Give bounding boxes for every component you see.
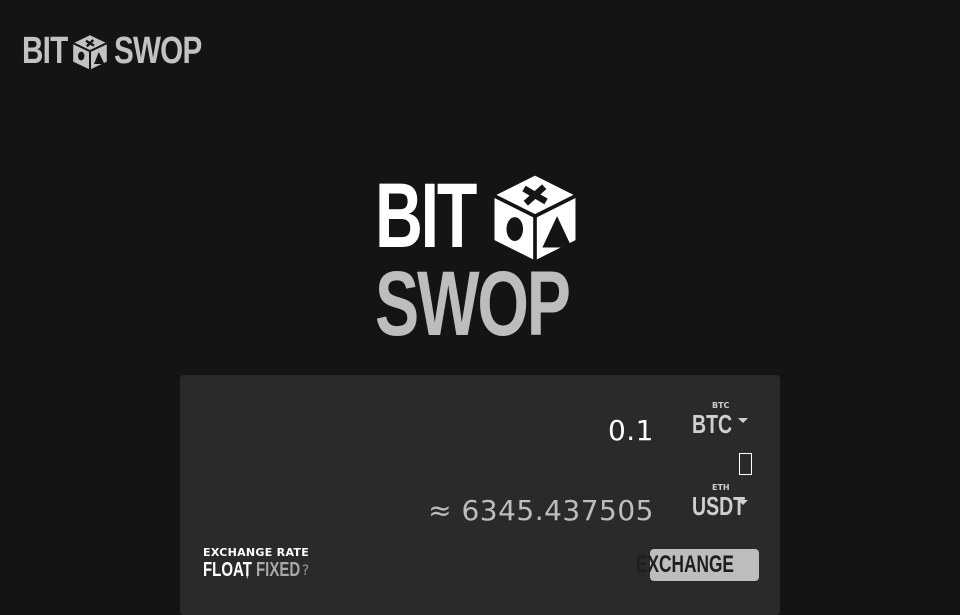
- dice-logo-icon: [72, 35, 108, 70]
- dice-logo-icon: [493, 175, 577, 261]
- receive-currency-code: USDT: [692, 491, 746, 521]
- header-logo-word-swop: SWOP: [114, 30, 202, 72]
- swap-icon[interactable]: [739, 453, 752, 475]
- rate-fixed-option[interactable]: FIXED: [256, 559, 300, 582]
- exchange-panel: 0.1 BTC BTC ≈ 6345.437505 ETH USDT EXCHA…: [180, 375, 780, 615]
- hero-logo: BIT SWOP: [375, 170, 595, 355]
- send-amount-input[interactable]: 0.1: [608, 414, 654, 447]
- receive-amount-value: ≈ 6345.437505: [428, 494, 654, 527]
- exchange-rate-label: EXCHANGE RATE: [203, 546, 310, 559]
- rate-help-icon[interactable]: ?: [302, 563, 309, 579]
- chevron-down-icon[interactable]: [738, 500, 748, 505]
- exchange-rate-toggle: FLOAT | FIXED ?: [203, 559, 309, 582]
- exchange-button[interactable]: EXCHANGE: [636, 549, 759, 581]
- header-logo-word-bit: BIT: [22, 30, 68, 72]
- hero-logo-word-swop: SWOP: [375, 253, 571, 355]
- rate-float-option[interactable]: FLOAT: [203, 559, 252, 582]
- send-currency-code: BTC: [692, 409, 733, 439]
- hero-logo-word-bit: BIT: [375, 165, 477, 267]
- exchange-button-label: EXCHANGE: [636, 551, 735, 578]
- chevron-down-icon[interactable]: [738, 418, 748, 423]
